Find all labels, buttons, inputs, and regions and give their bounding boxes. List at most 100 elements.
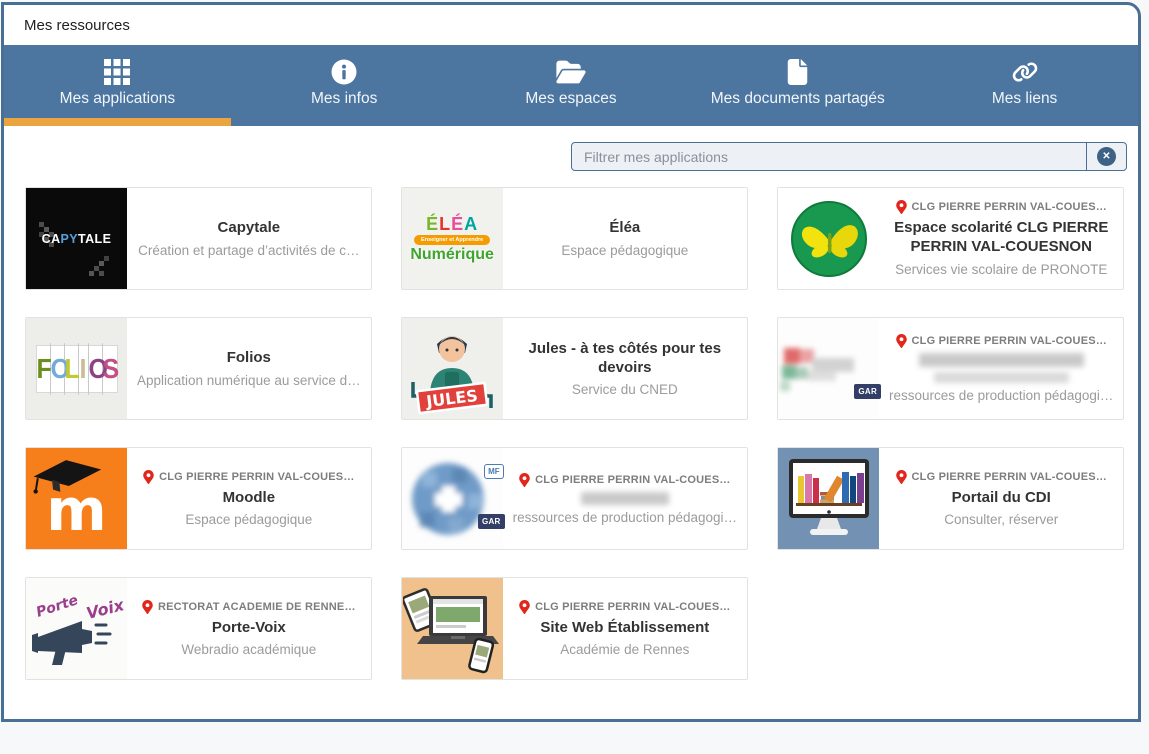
titlebar: Mes ressources [4,5,1138,45]
capytale-logo-text: CAPYTALE [42,232,112,246]
location-label: CLG PIERRE PERRIN VAL-COUES… [912,471,1107,483]
jules-logo: JULES [402,318,503,419]
elea-logo-word: Numérique [410,247,494,263]
gar-badge: GAR [854,384,881,399]
app-subtitle: Webradio académique [181,642,316,657]
tab-mes-infos[interactable]: Mes infos [231,45,458,126]
app-title: Capytale [218,219,281,238]
app-title: Moodle [223,489,276,508]
app-title: Porte-Voix [212,619,286,638]
app-subtitle: Application numérique au service d… [137,373,361,388]
app-card-espace-scolarite[interactable]: CLG PIERRE PERRIN VAL-COUES… Espace scol… [777,187,1124,290]
location-row: CLG PIERRE PERRIN VAL-COUES… [896,334,1107,348]
app-card-portail-cdi[interactable]: CLG PIERRE PERRIN VAL-COUES… Portail du … [777,447,1124,550]
location-pin-icon [143,470,154,484]
app-card-folios[interactable]: F O L I O S Folios Application numérique… [25,317,372,420]
location-pin-icon [896,334,907,348]
folios-logo-text: F O L I O S [36,345,118,393]
pronote-butterfly-logo [778,188,879,289]
resources-window: Mes ressources Mes applications M [1,2,1141,722]
location-label: RECTORAT ACADEMIE DE RENNE… [158,601,356,613]
tab-mes-espaces[interactable]: Mes espaces [458,45,685,126]
location-label: CLG PIERRE PERRIN VAL-COUES… [535,601,730,613]
location-row: CLG PIERRE PERRIN VAL-COUES… [519,473,730,487]
app-card-porte-voix[interactable]: Porte Voix RECTORAT ACADEMIE DE R [25,577,372,680]
tab-bar: Mes applications Mes infos Mes espaces M… [4,45,1138,126]
porte-voix-logo: Porte Voix [26,578,127,679]
app-card-site-web[interactable]: CLG PIERRE PERRIN VAL-COUES… Site Web Ét… [401,577,748,680]
applications-grid: CAPYTALE Capytale Création et partage d’… [25,187,1116,680]
content-area: ✕ CAPYTALE Capytale Création et partage … [4,126,1138,722]
filter-input[interactable] [572,143,1086,170]
app-subtitle: Services vie scolaire de PRONOTE [895,262,1107,277]
app-subtitle: Espace pédagogique [561,243,688,258]
app-title: Folios [227,349,271,368]
site-web-logo [402,578,503,679]
graduation-cap-icon [28,454,108,503]
location-pin-icon [896,470,907,484]
app-card-capytale[interactable]: CAPYTALE Capytale Création et partage d’… [25,187,372,290]
location-row: CLG PIERRE PERRIN VAL-COUES… [896,200,1107,214]
folder-open-icon [556,58,586,86]
filter-input-group: ✕ [571,142,1127,171]
tab-label: Mes espaces [525,90,616,108]
app-subtitle: ressources de production pédagogi… [889,388,1113,403]
app-subtitle: Espace pédagogique [185,512,312,527]
tab-mes-liens[interactable]: Mes liens [911,45,1138,126]
location-pin-icon [519,600,530,614]
gar-badge: GAR [478,514,505,529]
location-label: CLG PIERRE PERRIN VAL-COUES… [535,474,730,486]
location-pin-icon [519,473,530,487]
mf-badge: MF [484,464,504,479]
tab-label: Mes infos [311,90,377,108]
elea-logo-text: ÉLÉA [426,215,478,233]
app-card-blurred-1[interactable]: GAR CLG PIERRE PERRIN VAL-COUES… ressour… [777,317,1124,420]
voix-text: Voix [84,595,126,623]
location-label: CLG PIERRE PERRIN VAL-COUES… [912,201,1107,213]
location-row: CLG PIERRE PERRIN VAL-COUES… [896,470,1107,484]
filter-row: ✕ [4,126,1138,187]
app-subtitle: Consulter, réserver [944,512,1058,527]
app-subtitle: Création et partage d’activités de c… [138,243,359,258]
app-title: Espace scolarité CLG PIERRE PERRIN VAL-C… [889,219,1113,257]
tab-label: Mes applications [60,90,175,108]
screen: Mes ressources Mes applications M [0,0,1149,754]
blurred-logo: GAR [778,318,879,419]
location-row: RECTORAT ACADEMIE DE RENNE… [142,600,356,614]
app-card-jules[interactable]: JULES Jules - à tes côtés pour tes devoi… [401,317,748,420]
porte-text: Porte [34,592,80,620]
location-label: CLG PIERRE PERRIN VAL-COUES… [912,335,1107,347]
app-subtitle: Académie de Rennes [560,642,689,657]
blurred-title-line2 [934,372,1069,383]
app-card-blurred-2[interactable]: MF GAR CLG PIERRE PERRIN VAL-COUES… ress… [401,447,748,550]
link-icon [1012,58,1038,86]
elea-logo-badge: Enseigner et Apprendre [414,235,490,245]
location-label: CLG PIERRE PERRIN VAL-COUES… [159,471,354,483]
location-pin-icon [896,200,907,214]
tab-label: Mes liens [992,90,1057,108]
tab-label: Mes documents partagés [711,90,885,108]
app-card-elea[interactable]: ÉLÉA Enseigner et Apprendre Numérique Él… [401,187,748,290]
clear-filter-button[interactable]: ✕ [1086,143,1126,170]
app-subtitle: Service du CNED [572,382,678,397]
grid-icon [104,58,130,86]
info-icon [331,58,357,86]
cdi-logo [778,448,879,549]
page-title: Mes ressources [24,17,130,34]
capytale-logo: CAPYTALE [26,188,127,289]
app-title: Jules - à tes côtés pour tes devoirs [515,340,735,378]
app-title: Site Web Établissement [540,619,709,638]
location-pin-icon [142,600,153,614]
location-row: CLG PIERRE PERRIN VAL-COUES… [143,470,354,484]
app-title: Éléa [609,219,640,238]
location-row: CLG PIERRE PERRIN VAL-COUES… [519,600,730,614]
app-subtitle: ressources de production pédagogi… [513,510,737,525]
clear-icon: ✕ [1097,147,1116,166]
blurred-title [919,353,1084,367]
app-card-moodle[interactable]: m CLG PIERR [25,447,372,550]
tab-mes-documents-partages[interactable]: Mes documents partagés [684,45,911,126]
blurred-title [581,492,669,505]
blurred-logo: MF GAR [402,448,503,549]
tab-mes-applications[interactable]: Mes applications [4,45,231,126]
moodle-logo: m [26,448,127,549]
